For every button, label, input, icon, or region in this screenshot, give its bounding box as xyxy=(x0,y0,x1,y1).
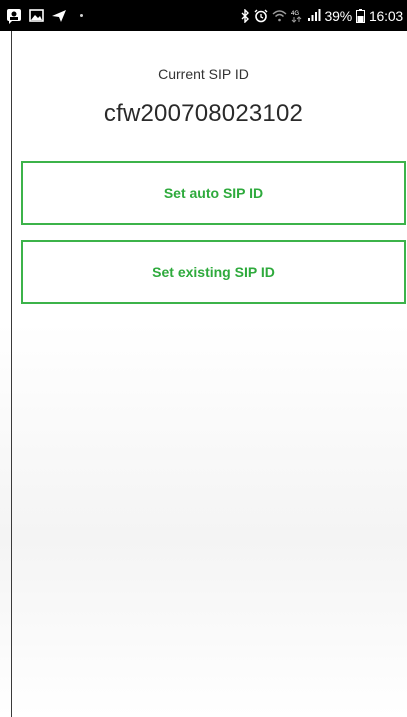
wifi-icon xyxy=(272,9,287,22)
photo-message-icon xyxy=(6,8,22,24)
status-bar: 4G 39% 16:03 xyxy=(0,0,407,31)
status-bar-system: 4G 39% 16:03 xyxy=(241,8,403,24)
set-existing-sip-id-button[interactable]: Set existing SIP ID xyxy=(21,240,406,304)
current-sip-id-value: cfw200708023102 xyxy=(103,100,304,127)
battery-percent: 39% xyxy=(324,7,353,24)
set-auto-sip-id-button[interactable]: Set auto SIP ID xyxy=(21,161,406,225)
alarm-icon xyxy=(254,9,268,23)
set-existing-sip-id-label: Set existing SIP ID xyxy=(152,264,275,280)
more-notifications-dot xyxy=(80,14,83,17)
set-auto-sip-id-label: Set auto SIP ID xyxy=(163,185,264,201)
current-sip-id-caption: Current SIP ID xyxy=(158,66,249,82)
4g-icon: 4G xyxy=(291,9,303,23)
battery-icon xyxy=(355,8,365,23)
clock: 16:03 xyxy=(368,7,403,24)
signal-icon xyxy=(307,9,321,22)
app-screen: 4G 39% 16:03 Current SIP ID cfw200708023… xyxy=(0,0,407,717)
svg-text:4G: 4G xyxy=(291,11,299,17)
drawer-edge xyxy=(0,31,12,717)
bluetooth-icon xyxy=(241,8,250,23)
status-bar-notifications xyxy=(6,8,83,24)
gallery-icon xyxy=(29,9,44,22)
send-icon xyxy=(51,9,67,23)
